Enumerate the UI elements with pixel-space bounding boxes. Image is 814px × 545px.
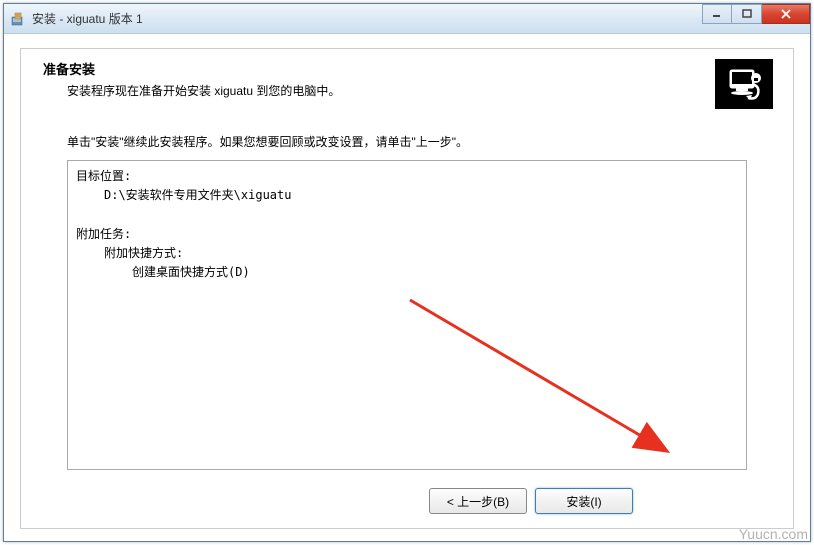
maximize-button[interactable] xyxy=(732,4,762,24)
watermark-text: Yuucn.com xyxy=(739,526,808,542)
close-button[interactable] xyxy=(762,4,810,24)
dest-label: 目标位置: xyxy=(76,167,738,186)
wizard-icon xyxy=(715,59,773,109)
app-icon xyxy=(10,11,26,27)
tasks-label: 附加任务: xyxy=(76,225,738,244)
window-title: 安装 - xiguatu 版本 1 xyxy=(32,10,143,27)
window-controls xyxy=(702,4,810,24)
summary-textarea[interactable]: 目标位置: D:\安装软件专用文件夹\xiguatu 附加任务: 附加快捷方式:… xyxy=(67,160,747,470)
minimize-button[interactable] xyxy=(702,4,732,24)
page-title: 准备安装 xyxy=(43,59,715,78)
tasks-sub-label: 附加快捷方式: xyxy=(76,244,738,263)
tasks-item: 创建桌面快捷方式(D) xyxy=(76,263,738,282)
titlebar[interactable]: 安装 - xiguatu 版本 1 xyxy=(4,4,810,34)
install-button[interactable]: 安装(I) xyxy=(535,488,633,514)
instruction-text: 单击"安装"继续此安装程序。如果您想要回顾或改变设置，请单击"上一步"。 xyxy=(67,133,777,150)
button-row: < 上一步(B) 安装(I) 取消 xyxy=(37,488,777,514)
content-area: 准备安装 安装程序现在准备开始安装 xiguatu 到您的电脑中。 xyxy=(4,34,810,541)
page-subtitle: 安装程序现在准备开始安装 xiguatu 到您的电脑中。 xyxy=(67,82,715,99)
installer-window: 安装 - xiguatu 版本 1 准备安装 安装程序现在准备开始安装 xigu… xyxy=(3,3,811,542)
wizard-panel: 准备安装 安装程序现在准备开始安装 xiguatu 到您的电脑中。 xyxy=(20,48,794,529)
back-button[interactable]: < 上一步(B) xyxy=(429,488,527,514)
dest-value: D:\安装软件专用文件夹\xiguatu xyxy=(76,186,738,205)
